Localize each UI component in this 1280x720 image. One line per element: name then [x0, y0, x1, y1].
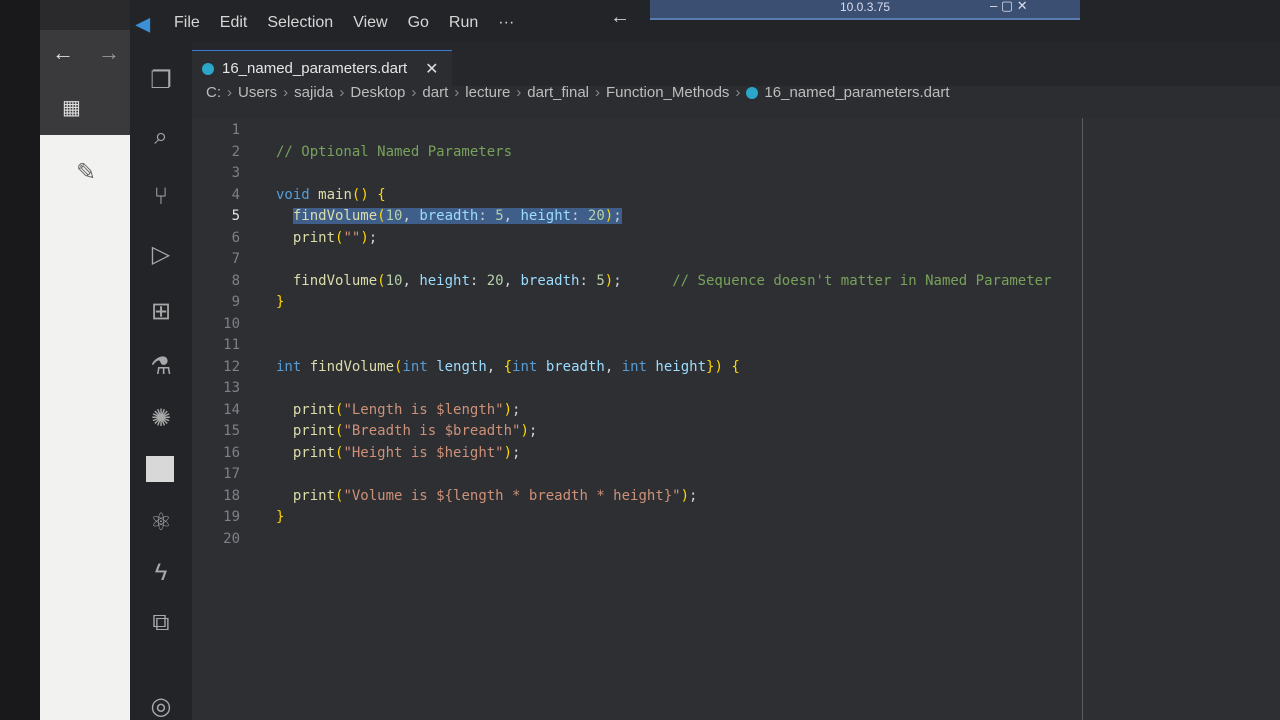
taskbar-edge [0, 0, 40, 720]
code-editor[interactable]: 1 2// Optional Named Parameters 3 4 void mai… [192, 118, 1280, 720]
close-icon[interactable]: ✕ [425, 59, 438, 79]
line-number: 9 [231, 294, 240, 310]
tab-label: 16_named_parameters.dart [222, 60, 408, 77]
menu-more[interactable]: ··· [498, 14, 514, 32]
testing-icon[interactable]: ⚗ [146, 352, 176, 382]
code-text: } [276, 294, 285, 310]
line-number: 11 [223, 337, 240, 353]
breadcrumb-item[interactable]: Function_Methods [606, 84, 729, 101]
breadcrumb-item[interactable]: 16_named_parameters.dart [764, 84, 949, 101]
chevron-right-icon: › [283, 84, 289, 101]
line-number: 7 [231, 251, 240, 267]
code-text: print("Height is $height"); [292, 444, 521, 461]
source-control-icon[interactable]: ⑂ [146, 182, 176, 212]
menu-bar: File Edit Selection View Go Run ··· [174, 14, 514, 32]
line-number: 3 [231, 165, 240, 181]
menu-file[interactable]: File [174, 14, 200, 32]
line-number: 12 [223, 358, 240, 375]
react-icon[interactable]: ⚛ [146, 508, 176, 538]
editor-ruler [1082, 118, 1083, 720]
explorer-icon[interactable]: ❐ [146, 66, 176, 96]
line-number: 5 [231, 208, 240, 224]
dart-file-icon [746, 86, 759, 99]
chevron-right-icon: › [516, 84, 522, 101]
line-number: 16 [223, 444, 240, 461]
line-number: 14 [223, 401, 240, 418]
edit-icon[interactable]: ✎ [76, 158, 96, 187]
code-text: print("Volume is ${length * breadth * he… [292, 487, 698, 504]
menu-edit[interactable]: Edit [220, 14, 248, 32]
blank-square-icon[interactable] [146, 456, 174, 482]
chevron-right-icon: › [454, 84, 460, 101]
code-text: print(""); [292, 229, 378, 246]
breadcrumb-item[interactable]: dart [422, 84, 448, 101]
breadcrumb-item[interactable]: sajida [294, 84, 333, 101]
tab-16-named-parameters[interactable]: 16_named_parameters.dart ✕ [192, 50, 452, 86]
line-number: 13 [223, 380, 240, 396]
line-number: 20 [223, 530, 240, 547]
chevron-right-icon: › [411, 84, 417, 101]
breadcrumb-item[interactable]: C: [206, 84, 221, 101]
chevron-right-icon: › [735, 84, 741, 101]
remote-ip: 10.0.3.75 [840, 0, 891, 14]
breadcrumb-item[interactable]: Users [238, 84, 277, 101]
line-number: 2 [231, 143, 240, 160]
menu-view[interactable]: View [353, 14, 387, 32]
line-number: 10 [223, 315, 240, 332]
code-text: } [276, 509, 285, 525]
title-bar: ◀ File Edit Selection View Go Run ··· ← … [130, 0, 1280, 42]
code-text: // Optional Named Parameters [276, 143, 513, 160]
line-number: 18 [223, 487, 240, 504]
chevron-right-icon: › [595, 84, 601, 101]
code-text: findVolume(10, breadth: 5, height: 20); [292, 208, 622, 224]
line-number: 4 [231, 186, 240, 203]
breadcrumb-item[interactable]: Desktop [350, 84, 405, 101]
line-number: 15 [223, 423, 240, 439]
line-number: 19 [223, 509, 240, 525]
remote-explorer-icon[interactable]: ⧉ [146, 608, 176, 638]
remote-session-bar: 10.0.3.75 – ▢ ✕ [650, 0, 1080, 20]
line-number: 17 [223, 466, 240, 482]
nav-back-icon[interactable]: ← [610, 6, 630, 29]
code-text: int findVolume(int length, {int breadth,… [276, 358, 740, 375]
lightning-icon[interactable]: ϟ [146, 558, 176, 588]
extensions-icon[interactable]: ⊞ [146, 297, 176, 327]
account-icon[interactable]: ◎ [146, 692, 176, 720]
breadcrumb: C: › Users › sajida › Desktop › dart › lectur… [206, 84, 950, 101]
openai-icon[interactable]: ✺ [146, 404, 176, 434]
menu-go[interactable]: Go [408, 14, 429, 32]
run-debug-icon[interactable]: ▷ [146, 240, 176, 270]
code-text: findVolume(10, height: 20, breadth: 5); … [292, 272, 1052, 289]
tab-bar: 16_named_parameters.dart ✕ [192, 42, 1280, 86]
remote-window-controls[interactable]: – ▢ ✕ [990, 0, 1028, 14]
chevron-right-icon: › [339, 84, 345, 101]
code-text: print("Breadth is $breadth"); [292, 423, 538, 439]
forward-arrow-icon[interactable]: → [98, 40, 120, 66]
menu-run[interactable]: Run [449, 14, 478, 32]
dart-file-icon [202, 62, 214, 75]
line-number: 6 [231, 229, 240, 246]
breadcrumb-item[interactable]: dart_final [527, 84, 589, 101]
breadcrumb-item[interactable]: lecture [465, 84, 510, 101]
search-icon[interactable]: ⌕ [146, 122, 176, 152]
apps-grid-icon[interactable]: ▦ [62, 95, 81, 120]
chevron-right-icon: › [227, 84, 232, 101]
code-text: print("Length is $length"); [292, 401, 521, 418]
vscode-logo-icon: ◀ [136, 14, 150, 34]
line-number: 1 [231, 122, 240, 138]
menu-selection[interactable]: Selection [267, 14, 333, 32]
back-arrow-icon[interactable]: ← [52, 40, 74, 66]
vscode-window: ◀ File Edit Selection View Go Run ··· ← … [130, 0, 1280, 720]
line-number: 8 [231, 272, 240, 289]
activity-bar: ❐ ⌕ ⑂ ▷ ⊞ ⚗ ✺ ⚛ ϟ ⧉ ◎ [130, 42, 192, 720]
code-text: void main() { [276, 186, 386, 203]
